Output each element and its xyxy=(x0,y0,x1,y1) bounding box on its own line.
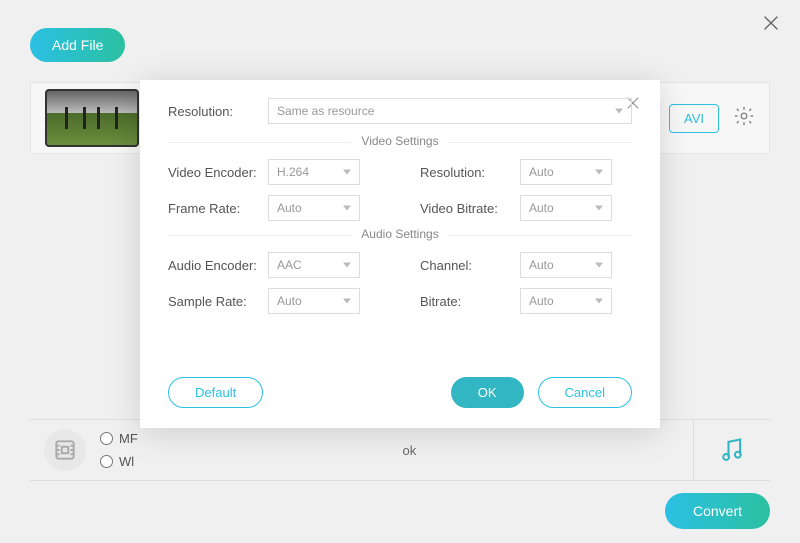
settings-modal: Resolution: Same as resource Video Setti… xyxy=(140,80,660,428)
chevron-down-icon xyxy=(343,263,351,268)
radio-wl[interactable]: Wl xyxy=(100,454,138,469)
video-encoder-label: Video Encoder: xyxy=(168,165,268,180)
chevron-down-icon xyxy=(343,299,351,304)
bitrate-select[interactable]: Auto xyxy=(520,288,612,314)
audio-encoder-label: Audio Encoder: xyxy=(168,258,268,273)
bitrate-label: Bitrate: xyxy=(420,294,520,309)
default-button[interactable]: Default xyxy=(168,377,263,408)
audio-section-divider: Audio Settings xyxy=(168,235,632,236)
video-encoder-select[interactable]: H.264 xyxy=(268,159,360,185)
top-resolution-label: Resolution: xyxy=(168,104,268,119)
format-radio-group: MF Wl xyxy=(100,431,138,469)
modal-actions: Default OK Cancel xyxy=(168,377,632,408)
chevron-down-icon xyxy=(343,170,351,175)
gear-icon[interactable] xyxy=(733,105,755,132)
video-bitrate-label: Video Bitrate: xyxy=(420,201,520,216)
frame-rate-select[interactable]: Auto xyxy=(268,195,360,221)
format-badge[interactable]: AVI xyxy=(669,104,719,133)
ok-button[interactable]: OK xyxy=(451,377,524,408)
video-section-divider: Video Settings xyxy=(168,142,632,143)
radio-mp[interactable]: MF xyxy=(100,431,138,446)
video-section-label: Video Settings xyxy=(351,134,448,148)
convert-button[interactable]: Convert xyxy=(665,493,770,529)
resolution-label: Resolution: xyxy=(420,165,520,180)
format-partial-text: ok xyxy=(403,443,417,458)
close-icon[interactable] xyxy=(760,12,782,41)
video-bitrate-select[interactable]: Auto xyxy=(520,195,612,221)
video-thumbnail[interactable] xyxy=(45,89,139,147)
audio-section-label: Audio Settings xyxy=(351,227,448,241)
chevron-down-icon xyxy=(615,109,623,114)
top-resolution-select[interactable]: Same as resource xyxy=(268,98,632,124)
chevron-down-icon xyxy=(343,206,351,211)
channel-label: Channel: xyxy=(420,258,520,273)
format-bar: MF Wl ok xyxy=(30,419,770,481)
sample-rate-select[interactable]: Auto xyxy=(268,288,360,314)
sample-rate-label: Sample Rate: xyxy=(168,294,268,309)
audio-encoder-select[interactable]: AAC xyxy=(268,252,360,278)
add-file-button[interactable]: Add File xyxy=(30,28,125,62)
chevron-down-icon xyxy=(595,263,603,268)
cancel-button[interactable]: Cancel xyxy=(538,377,632,408)
chevron-down-icon xyxy=(595,170,603,175)
frame-rate-label: Frame Rate: xyxy=(168,201,268,216)
music-icon[interactable] xyxy=(693,420,770,480)
resolution-select[interactable]: Auto xyxy=(520,159,612,185)
top-resolution-row: Resolution: Same as resource xyxy=(168,98,632,124)
chevron-down-icon xyxy=(595,206,603,211)
chevron-down-icon xyxy=(595,299,603,304)
film-icon[interactable] xyxy=(44,429,86,471)
channel-select[interactable]: Auto xyxy=(520,252,612,278)
